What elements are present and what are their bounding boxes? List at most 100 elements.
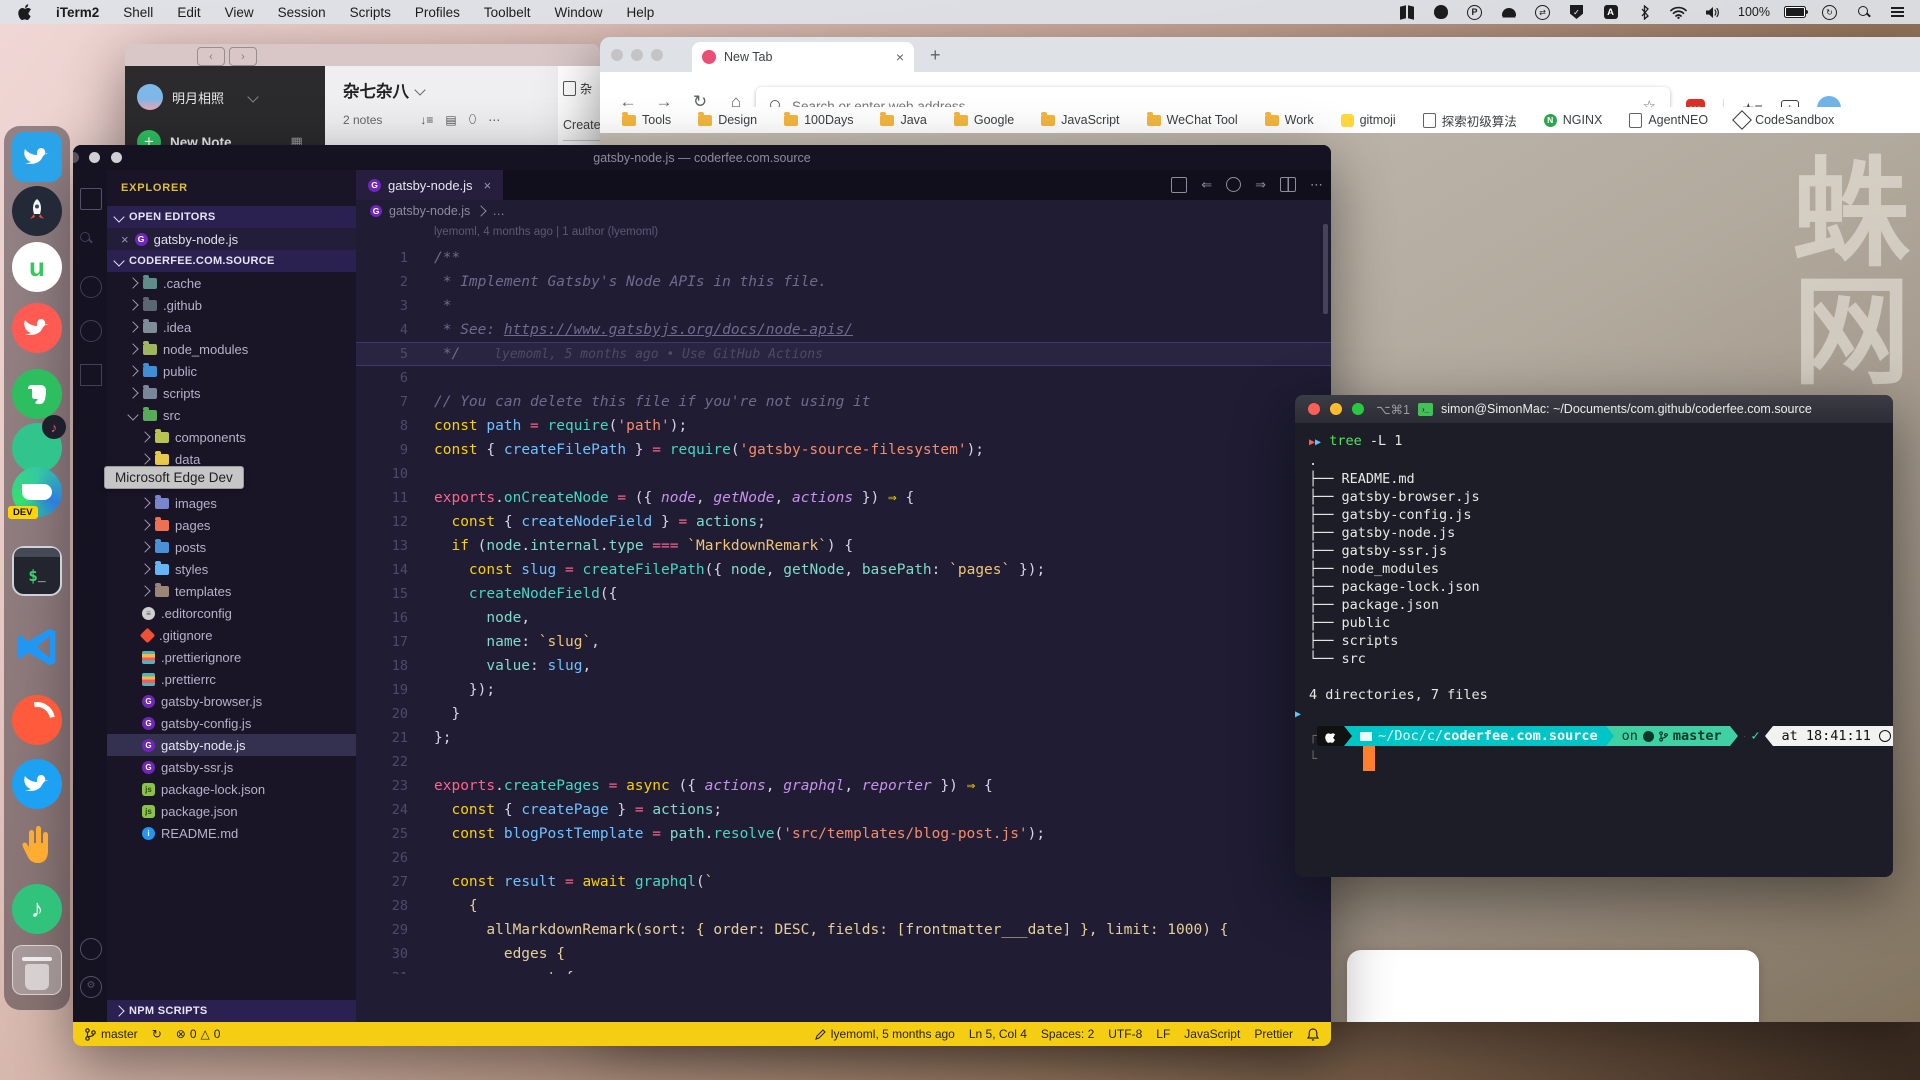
time-machine-icon[interactable]: ↻ [1821, 4, 1838, 20]
hat-icon[interactable] [1500, 4, 1517, 20]
project-section[interactable]: CODERFEE.COM.SOURCE [107, 250, 356, 272]
folder-posts[interactable]: posts [107, 536, 356, 558]
shield-check-icon[interactable]: ✓ [1568, 4, 1585, 20]
tag-icon[interactable]: ⬯ [469, 112, 477, 127]
bookmark-10[interactable]: 探索初级算法 [1423, 111, 1517, 130]
menu-scripts[interactable]: Scripts [350, 5, 391, 20]
zoom-window-button[interactable] [651, 49, 663, 61]
twitter-app[interactable] [12, 759, 62, 809]
tab-gatsby-node[interactable]: G gatsby-node.js × [356, 170, 503, 200]
menu-shell[interactable]: Shell [123, 5, 153, 20]
menu-edit[interactable]: Edit [177, 5, 200, 20]
wifi-icon[interactable] [1670, 4, 1687, 20]
debug-icon[interactable] [75, 315, 106, 346]
vscode-app[interactable] [12, 622, 62, 672]
file-.prettierrc[interactable]: .prettierrc [107, 668, 356, 690]
window-manager-icon[interactable] [1398, 4, 1415, 20]
minimize-window-button[interactable] [631, 49, 643, 61]
notebook-title[interactable]: 杂七杂八 [343, 78, 409, 102]
bookmark-7[interactable]: WeChat Tool [1147, 113, 1238, 127]
encoding[interactable]: UTF-8 [1108, 1027, 1142, 1041]
go-forward-icon[interactable]: ⇒ [1255, 177, 1266, 193]
evernote-app[interactable] [12, 369, 62, 419]
minimize-window-button[interactable] [1330, 403, 1342, 415]
blue-bird-app[interactable] [12, 132, 62, 182]
explorer-icon[interactable] [80, 188, 102, 210]
file-package.json[interactable]: jspackage.json [107, 800, 356, 822]
menu-help[interactable]: Help [626, 5, 654, 20]
more-actions-icon[interactable]: ⋯ [1310, 177, 1323, 193]
extensions-icon[interactable] [80, 364, 102, 386]
folder-pages[interactable]: pages [107, 514, 356, 536]
editor-layout-icon[interactable] [1171, 177, 1187, 193]
iterm-app[interactable]: $_ [12, 546, 62, 596]
bookmark-5[interactable]: Google [954, 113, 1014, 127]
bookmark-2[interactable]: Design [698, 113, 757, 127]
eol[interactable]: LF [1156, 1027, 1170, 1041]
folder-.idea[interactable]: .idea [107, 316, 356, 338]
search-icon[interactable] [80, 232, 92, 244]
folder-images[interactable]: images [107, 492, 356, 514]
notes-account[interactable]: 明月相照 [137, 84, 257, 110]
close-tab-icon[interactable]: × [484, 178, 492, 193]
utools-app[interactable]: u [12, 242, 62, 292]
apple-logo-icon[interactable] [18, 4, 32, 20]
menu-iterm2[interactable]: iTerm2 [56, 5, 99, 20]
red-swoosh-app[interactable] [12, 695, 62, 745]
source-control-icon[interactable] [80, 276, 102, 298]
menu-window[interactable]: Window [554, 5, 602, 20]
folder-templates[interactable]: templates [107, 580, 356, 602]
bookmark-3[interactable]: 100Days [784, 113, 853, 127]
settings-gear-icon[interactable]: ⚙ [80, 976, 102, 998]
file-.editorconfig[interactable]: ≡.editorconfig [107, 602, 356, 624]
indentation[interactable]: Spaces: 2 [1041, 1027, 1094, 1041]
orange-bird-app[interactable] [12, 303, 62, 353]
bookmark-12[interactable]: AgentNEO [1629, 113, 1708, 128]
music-app[interactable]: ♪ [12, 884, 62, 934]
notes-forward-button[interactable]: › [229, 47, 257, 66]
sync-circle-icon[interactable]: ⇄ [1534, 4, 1551, 20]
notes-back-button[interactable]: ‹ [197, 47, 225, 66]
file-gatsby-node.js[interactable]: Ggatsby-node.js [107, 734, 356, 756]
close-tab-icon[interactable]: × [896, 49, 904, 65]
bookmark-1[interactable]: Tools [622, 113, 671, 127]
minimize-window-button[interactable] [111, 152, 122, 163]
browser-tab[interactable]: New Tab × [692, 42, 914, 72]
sync-icon[interactable] [1226, 177, 1241, 192]
bookmark-9[interactable]: gitmoji [1341, 113, 1396, 127]
npm-scripts-section[interactable]: NPM SCRIPTS [107, 1000, 356, 1022]
file-gatsby-browser.js[interactable]: Ggatsby-browser.js [107, 690, 356, 712]
new-tab-button[interactable]: + [930, 45, 941, 66]
view-icon[interactable]: ▤ [445, 113, 456, 127]
open-editor-item[interactable]: × G gatsby-node.js [107, 228, 356, 250]
menu-toolbelt[interactable]: Toolbelt [484, 5, 531, 20]
trash[interactable] [12, 945, 62, 995]
close-window-button[interactable] [89, 152, 100, 163]
git-branch-indicator[interactable]: master [85, 1027, 138, 1041]
language-mode[interactable]: JavaScript [1184, 1027, 1240, 1041]
volume-icon[interactable] [1704, 4, 1721, 20]
folder-public[interactable]: public [107, 360, 356, 382]
blame-status[interactable]: lyemoml, 5 months ago [815, 1027, 955, 1041]
close-icon[interactable]: × [121, 232, 129, 247]
folder-src[interactable]: src [107, 404, 356, 426]
rocket-app[interactable] [12, 186, 62, 236]
menu-profiles[interactable]: Profiles [415, 5, 460, 20]
bookmark-8[interactable]: Work [1265, 113, 1314, 127]
problems-indicator[interactable]: ⊗0 △0 [176, 1027, 221, 1041]
codelens-annotation[interactable]: lyemoml, 4 months ago | 1 author (lyemom… [434, 226, 658, 238]
menu-view[interactable]: View [225, 5, 254, 20]
spotlight-search-icon[interactable] [1855, 4, 1872, 20]
input-source-a-icon[interactable]: A [1602, 4, 1619, 20]
bell-icon[interactable] [1307, 1028, 1319, 1041]
close-window-button[interactable] [611, 49, 623, 61]
open-editors-section[interactable]: OPEN EDITORS [107, 206, 356, 228]
folder-.github[interactable]: .github [107, 294, 356, 316]
file-.gitignore[interactable]: .gitignore [107, 624, 356, 646]
bookmark-6[interactable]: JavaScript [1041, 113, 1119, 127]
bookmark-13[interactable]: CodeSandbox [1735, 113, 1834, 127]
cursor-position[interactable]: Ln 5, Col 4 [969, 1027, 1027, 1041]
list-menu-icon[interactable] [1889, 4, 1906, 20]
parallels-icon[interactable]: P [1466, 4, 1483, 20]
folder-styles[interactable]: styles [107, 558, 356, 580]
